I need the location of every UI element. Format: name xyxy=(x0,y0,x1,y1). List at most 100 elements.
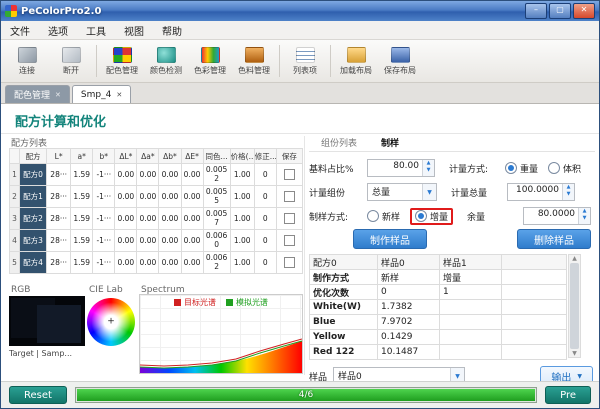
toolbar-color-match[interactable]: 配色管理 xyxy=(100,47,144,76)
new-sample-radio[interactable]: 新样 xyxy=(367,210,400,223)
down-arrow-icon[interactable]: ▼ xyxy=(423,167,434,174)
measure-total-stepper[interactable]: 100.0000 ▲▼ xyxy=(507,183,575,201)
measure-comp-select[interactable]: 总量 ▼ xyxy=(367,183,437,201)
weight-radio[interactable]: 重量 xyxy=(505,162,538,175)
toolbar-disconnect[interactable]: 断开 xyxy=(49,47,93,76)
remain-value[interactable]: 80.0000 xyxy=(524,208,578,224)
table-row[interactable]: Yellow 0.1429 xyxy=(310,330,567,345)
save-checkbox[interactable] xyxy=(284,169,295,180)
save-checkbox[interactable] xyxy=(284,213,295,224)
form-row: 基料占比% 80.00 ▲▼ 计量方式: 重量 体积 xyxy=(309,156,595,180)
stepper-arrows[interactable]: ▲▼ xyxy=(422,160,434,176)
cell-b: -1··· xyxy=(93,186,115,208)
toolbar-list-items[interactable]: 列表项 xyxy=(283,47,327,76)
list-icon xyxy=(296,47,315,63)
col-sample1[interactable]: 样品1 xyxy=(440,255,502,270)
col-formula0[interactable]: 配方0 xyxy=(310,255,378,270)
chevron-down-icon[interactable]: ▼ xyxy=(422,184,436,200)
toolbar-color-manage[interactable]: 色彩管理 xyxy=(188,47,232,76)
tab-close-icon[interactable]: ✕ xyxy=(116,91,122,99)
col-b[interactable]: b* xyxy=(93,149,115,164)
toolbar-connect[interactable]: 连接 xyxy=(5,47,49,76)
reset-button[interactable]: Reset xyxy=(9,386,67,404)
cell: 1 xyxy=(440,285,502,300)
output-button[interactable]: 输出 ▼ xyxy=(540,366,593,381)
toolbar-color-detect[interactable]: 颜色检测 xyxy=(144,47,188,76)
col-dE[interactable]: ΔE* xyxy=(181,149,203,164)
row-label: 优化次数 xyxy=(310,285,378,300)
cell-L: 28··· xyxy=(47,208,71,230)
tab-smp4[interactable]: Smp_4 ✕ xyxy=(72,85,131,103)
measure-total-value[interactable]: 100.0000 xyxy=(508,184,562,200)
down-arrow-icon[interactable]: ▼ xyxy=(579,215,590,222)
table-row[interactable]: 优化次数 0 1 xyxy=(310,285,567,300)
col-save[interactable]: 保存 xyxy=(276,149,302,164)
cell-dL: 0.00 xyxy=(115,164,137,186)
up-arrow-icon[interactable]: ▲ xyxy=(423,160,434,167)
row-number: 1 xyxy=(10,164,20,186)
table-row[interactable]: 4 配方3 28··· 1.59 -1··· 0.00 0.00 0.00 0.… xyxy=(10,230,303,252)
tab-make-sample[interactable]: 制样 xyxy=(369,136,411,149)
toolbar-colorant-manage-label: 色料管理 xyxy=(238,65,270,76)
col-match[interactable]: 同色... xyxy=(203,149,230,164)
minimize-button[interactable]: – xyxy=(525,3,547,19)
table-row[interactable]: White(W) 1.7382 xyxy=(310,300,567,315)
base-ratio-stepper[interactable]: 80.00 ▲▼ xyxy=(367,159,435,177)
maximize-button[interactable]: ▢ xyxy=(549,3,571,19)
content-area: 配方计算和优化 配方列表 配方 L* a* b* ΔL* Δa* Δb* ΔE*… xyxy=(1,104,599,381)
base-ratio-value[interactable]: 80.00 xyxy=(368,160,422,176)
col-L[interactable]: L* xyxy=(47,149,71,164)
pre-button[interactable]: Pre xyxy=(545,386,591,404)
tab-close-icon[interactable]: ✕ xyxy=(55,91,61,99)
sample-select[interactable]: 样品0 ▼ xyxy=(333,367,465,381)
stepper-arrows[interactable]: ▲▼ xyxy=(562,184,574,200)
make-sample-button[interactable]: 制作样品 xyxy=(353,229,427,249)
menu-options[interactable]: 选项 xyxy=(39,23,77,38)
toolbar-load-layout[interactable]: 加载布局 xyxy=(334,47,378,76)
save-checkbox[interactable] xyxy=(284,191,295,202)
cell-a: 1.59 xyxy=(71,208,93,230)
scrollbar-thumb[interactable] xyxy=(570,263,579,349)
increment-radio[interactable]: 增量 xyxy=(415,210,448,223)
col-fix[interactable]: 修正... xyxy=(254,149,276,164)
table-row[interactable]: 5 配方4 28··· 1.59 -1··· 0.00 0.00 0.00 0.… xyxy=(10,252,303,274)
col-db[interactable]: Δb* xyxy=(159,149,181,164)
menu-file[interactable]: 文件 xyxy=(1,23,39,38)
table-row[interactable]: Blue 7.9702 xyxy=(310,315,567,330)
up-arrow-icon[interactable]: ▲ xyxy=(579,208,590,215)
table-row[interactable]: Red 122 10.1487 xyxy=(310,345,567,360)
scroll-up-icon[interactable]: ▲ xyxy=(572,255,577,262)
cie-color-wheel[interactable]: + xyxy=(87,298,135,346)
up-arrow-icon[interactable]: ▲ xyxy=(563,184,574,191)
table-row[interactable]: 制作方式 新样 增量 xyxy=(310,270,567,285)
delete-sample-button[interactable]: 删除样品 xyxy=(517,229,591,249)
stepper-arrows[interactable]: ▲▼ xyxy=(578,208,590,224)
down-arrow-icon[interactable]: ▼ xyxy=(563,191,574,198)
close-button[interactable]: ✕ xyxy=(573,3,595,19)
title-bar[interactable]: PeColorPro2.0 – ▢ ✕ xyxy=(1,1,599,21)
tab-color-match[interactable]: 配色管理 ✕ xyxy=(5,85,70,103)
col-sample0[interactable]: 样品0 xyxy=(378,255,440,270)
toolbar-colorant-manage[interactable]: 色料管理 xyxy=(232,47,276,76)
vertical-scrollbar[interactable]: ▲ ▼ xyxy=(568,254,581,358)
save-checkbox[interactable] xyxy=(284,235,295,246)
table-row[interactable]: 3 配方2 28··· 1.59 -1··· 0.00 0.00 0.00 0.… xyxy=(10,208,303,230)
table-row[interactable]: 1 配方0 28··· 1.59 -1··· 0.00 0.00 0.00 0.… xyxy=(10,164,303,186)
col-formula[interactable]: 配方 xyxy=(20,149,47,164)
toolbar-save-layout[interactable]: 保存布局 xyxy=(378,47,422,76)
chevron-down-icon[interactable]: ▼ xyxy=(450,368,464,381)
table-row[interactable]: 2 配方1 28··· 1.59 -1··· 0.00 0.00 0.00 0.… xyxy=(10,186,303,208)
col-da[interactable]: Δa* xyxy=(137,149,159,164)
menu-help[interactable]: 帮助 xyxy=(153,23,191,38)
col-dL[interactable]: ΔL* xyxy=(115,149,137,164)
col-a[interactable]: a* xyxy=(71,149,93,164)
volume-radio[interactable]: 体积 xyxy=(548,162,581,175)
menu-view[interactable]: 视图 xyxy=(115,23,153,38)
chevron-down-icon: ▼ xyxy=(577,373,582,380)
scroll-down-icon[interactable]: ▼ xyxy=(572,350,577,357)
menu-tools[interactable]: 工具 xyxy=(77,23,115,38)
col-price[interactable]: 价格(... xyxy=(230,149,254,164)
tab-components[interactable]: 组份列表 xyxy=(309,136,369,149)
save-checkbox[interactable] xyxy=(284,257,295,268)
remain-stepper[interactable]: 80.0000 ▲▼ xyxy=(523,207,591,225)
